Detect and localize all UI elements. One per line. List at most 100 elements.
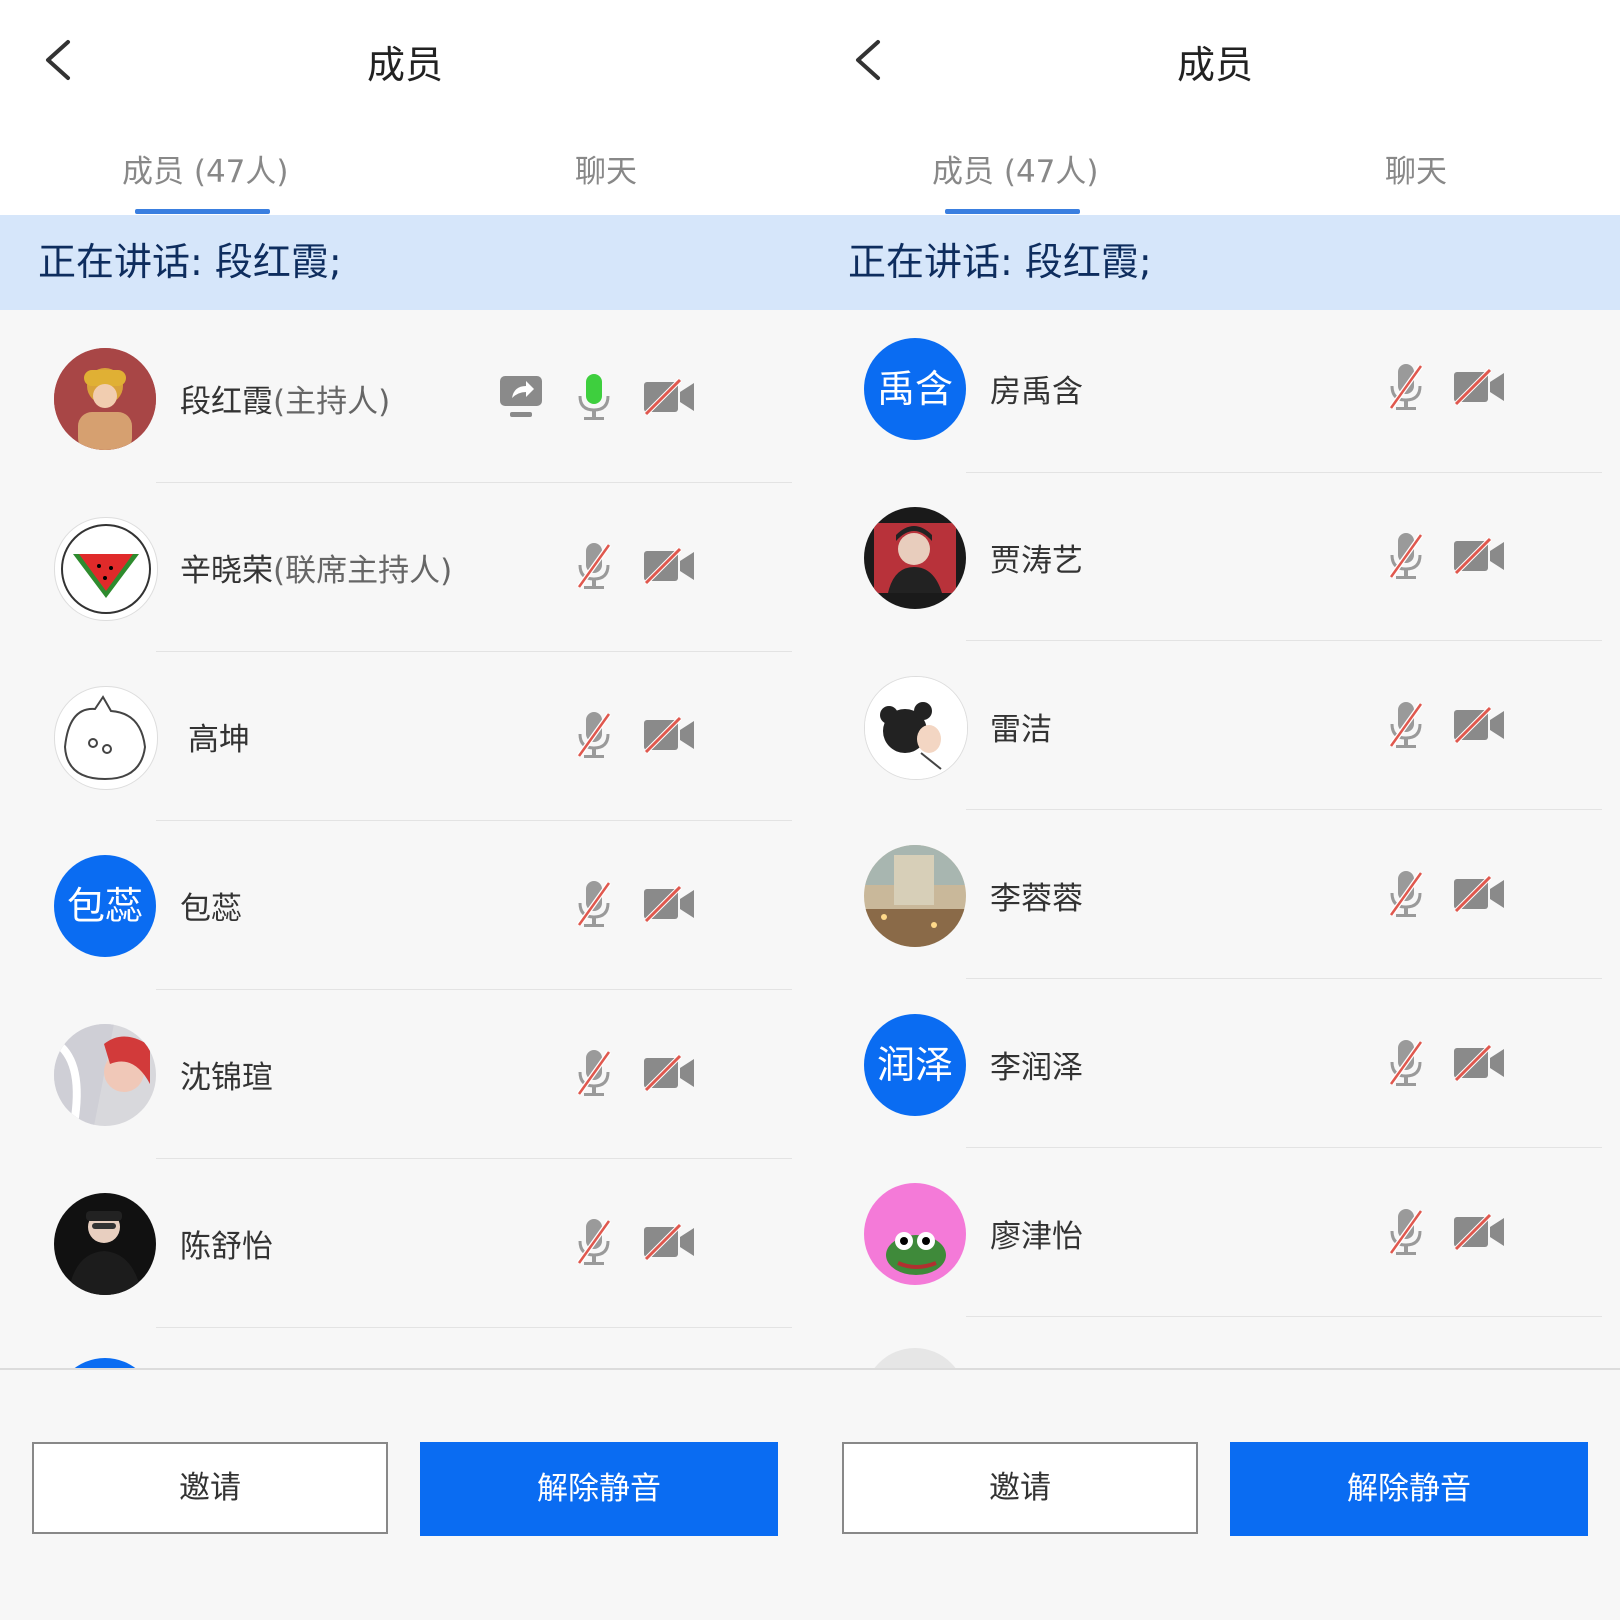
camera-off-icon[interactable] xyxy=(1452,537,1506,575)
mic-muted-icon[interactable] xyxy=(1388,1038,1424,1088)
member-name-text: 段红霞 xyxy=(180,384,273,420)
mic-muted-icon[interactable] xyxy=(576,710,612,760)
member-name: 段红霞(主持人) xyxy=(180,376,390,421)
list-item[interactable]: 雷洁 xyxy=(810,648,1620,817)
mic-muted-icon[interactable] xyxy=(576,1048,612,1098)
avatar: 包蕊 xyxy=(54,855,156,957)
camera-off-icon[interactable] xyxy=(642,885,696,923)
invite-button[interactable]: 邀请 xyxy=(32,1442,388,1534)
list-item[interactable]: 陈舒怡 xyxy=(0,1155,810,1324)
bottom-bar: 邀请 解除静音 xyxy=(0,1368,810,1620)
mic-muted-icon[interactable] xyxy=(1388,700,1424,750)
member-name: 雷洁 xyxy=(990,704,1052,749)
avatar xyxy=(54,1193,156,1295)
avatar xyxy=(54,517,158,621)
camera-off-icon[interactable] xyxy=(642,1223,696,1261)
member-name-text: 包蕊 xyxy=(180,891,242,927)
list-item[interactable]: 禹含 房禹含 xyxy=(810,310,1620,479)
member-name: 房禹含 xyxy=(990,366,1083,411)
avatar: 润泽 xyxy=(864,1014,966,1116)
list-item[interactable]: 沈锦瑄 xyxy=(0,986,810,1155)
camera-off-icon[interactable] xyxy=(1452,706,1506,744)
avatar xyxy=(54,1024,156,1126)
member-name: 辛晓荣(联席主持人) xyxy=(180,545,452,590)
member-name-text: 李蓉蓉 xyxy=(990,881,1083,917)
mic-active-icon[interactable] xyxy=(576,372,612,422)
members-panel-right: 成员 成员 (47人) 聊天 正在讲话: 段红霞; 禹含 房禹含 贾涛艺 雷洁 … xyxy=(810,0,1620,1620)
speaking-banner: 正在讲话: 段红霞; xyxy=(0,215,810,310)
member-role: (主持人) xyxy=(273,384,391,420)
member-name-text: 高坤 xyxy=(188,722,250,758)
camera-off-icon[interactable] xyxy=(642,1054,696,1092)
member-name: 陈舒怡 xyxy=(180,1221,273,1266)
list-item[interactable]: 高坤 xyxy=(0,648,810,817)
member-name: 李润泽 xyxy=(990,1042,1083,1087)
speaking-banner: 正在讲话: 段红霞; xyxy=(810,215,1620,310)
list-item[interactable]: 辛晓荣(联席主持人) xyxy=(0,479,810,648)
avatar xyxy=(864,845,966,947)
list-item[interactable]: 贾涛艺 xyxy=(810,479,1620,648)
mic-muted-icon[interactable] xyxy=(1388,1207,1424,1257)
member-name-text: 李润泽 xyxy=(990,1050,1083,1086)
member-name-text: 陈舒怡 xyxy=(180,1229,273,1265)
member-name: 高坤 xyxy=(188,714,250,759)
avatar xyxy=(864,507,966,609)
list-item[interactable]: 廖津怡 xyxy=(810,1155,1620,1324)
member-name-text: 雷洁 xyxy=(990,712,1052,748)
avatar xyxy=(54,348,156,450)
avatar: 禹含 xyxy=(864,338,966,440)
divider xyxy=(966,1147,1602,1148)
camera-off-icon[interactable] xyxy=(642,378,696,416)
avatar xyxy=(864,676,968,780)
member-list[interactable]: 禹含 房禹含 贾涛艺 雷洁 李蓉蓉 润泽 李润泽 廖津怡 xyxy=(810,310,1620,1368)
member-list[interactable]: 段红霞(主持人) 辛晓荣(联席主持人) 高坤 包蕊 包蕊 沈锦瑄 陈舒怡 xyxy=(0,310,810,1368)
members-panel-left: 成员 成员 (47人) 聊天 正在讲话: 段红霞; 段红霞(主持人) 辛晓荣(联… xyxy=(0,0,810,1620)
member-name: 廖津怡 xyxy=(990,1211,1083,1256)
invite-button[interactable]: 邀请 xyxy=(842,1442,1198,1534)
divider xyxy=(966,640,1602,641)
member-name-text: 沈锦瑄 xyxy=(180,1060,273,1096)
speaking-text: 正在讲话: 段红霞; xyxy=(848,240,1152,284)
tab-members[interactable]: 成员 (47人) xyxy=(932,146,1099,191)
mic-muted-icon[interactable] xyxy=(576,541,612,591)
mic-muted-icon[interactable] xyxy=(1388,362,1424,412)
unmute-button[interactable]: 解除静音 xyxy=(420,1442,778,1536)
camera-off-icon[interactable] xyxy=(642,547,696,585)
unmute-button[interactable]: 解除静音 xyxy=(1230,1442,1588,1536)
bottom-bar: 邀请 解除静音 xyxy=(810,1368,1620,1620)
share-screen-icon[interactable] xyxy=(498,374,544,420)
mic-muted-icon[interactable] xyxy=(1388,869,1424,919)
member-name-text: 房禹含 xyxy=(990,374,1083,410)
member-name: 李蓉蓉 xyxy=(990,873,1083,918)
list-item[interactable]: 李蓉蓉 xyxy=(810,817,1620,986)
camera-off-icon[interactable] xyxy=(642,716,696,754)
divider xyxy=(966,472,1602,473)
member-name-text: 贾涛艺 xyxy=(990,543,1083,579)
mic-muted-icon[interactable] xyxy=(576,1217,612,1267)
camera-off-icon[interactable] xyxy=(1452,368,1506,406)
member-name-text: 辛晓荣 xyxy=(180,553,273,589)
member-name-text: 廖津怡 xyxy=(990,1219,1083,1255)
header: 成员 成员 (47人) 聊天 xyxy=(810,0,1620,215)
avatar xyxy=(864,1348,966,1368)
mic-muted-icon[interactable] xyxy=(576,879,612,929)
member-name: 包蕊 xyxy=(180,883,242,928)
tab-chat[interactable]: 聊天 xyxy=(575,146,637,191)
tab-chat[interactable]: 聊天 xyxy=(1385,146,1447,191)
member-name: 贾涛艺 xyxy=(990,535,1083,580)
camera-off-icon[interactable] xyxy=(1452,875,1506,913)
header: 成员 成员 (47人) 聊天 xyxy=(0,0,810,215)
list-item[interactable]: 段红霞(主持人) xyxy=(0,310,810,479)
list-item[interactable]: 润泽 李润泽 xyxy=(810,986,1620,1155)
divider xyxy=(156,1327,792,1328)
tab-indicator xyxy=(945,209,1080,214)
speaking-text: 正在讲话: 段红霞; xyxy=(38,240,342,284)
list-item[interactable]: 包蕊 包蕊 xyxy=(0,817,810,986)
avatar xyxy=(54,1358,156,1368)
avatar xyxy=(54,686,158,790)
mic-muted-icon[interactable] xyxy=(1388,531,1424,581)
camera-off-icon[interactable] xyxy=(1452,1213,1506,1251)
tab-members[interactable]: 成员 (47人) xyxy=(122,146,289,191)
page-title: 成员 xyxy=(1176,43,1253,87)
camera-off-icon[interactable] xyxy=(1452,1044,1506,1082)
